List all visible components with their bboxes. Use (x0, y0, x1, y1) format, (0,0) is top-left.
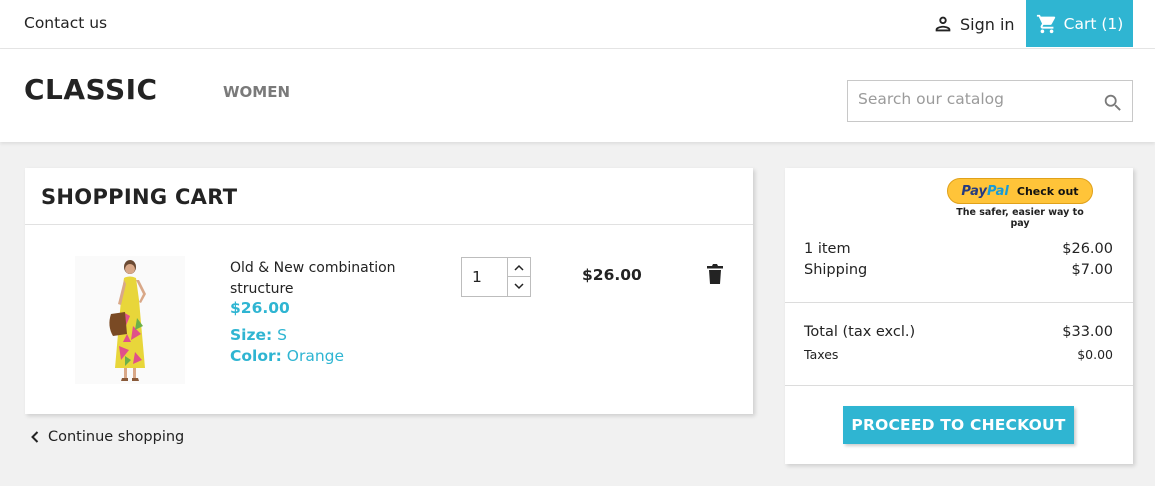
page-title: SHOPPING CART (41, 185, 238, 209)
summary-total-row: Total (tax excl.) $33.00 (804, 324, 1113, 340)
shop-logo[interactable]: CLASSIC (24, 73, 158, 106)
sign-in-label: Sign in (960, 14, 1015, 34)
continue-shopping-link[interactable]: Continue shopping (30, 429, 184, 445)
cart-button[interactable]: Cart (1) (1026, 0, 1133, 47)
paypal-button-body: PayPal Check out (947, 178, 1093, 204)
summary-items-row: 1 item $26.00 (804, 241, 1113, 257)
product-size: Size: S (230, 326, 287, 344)
total-value: $33.00 (1062, 324, 1113, 340)
divider (785, 302, 1133, 303)
trash-icon[interactable] (705, 263, 725, 285)
size-value: S (277, 326, 287, 344)
color-value: Orange (286, 347, 345, 365)
divider (25, 224, 753, 225)
quantity-input[interactable] (462, 258, 508, 296)
items-subtotal: $26.00 (1062, 241, 1113, 257)
header: CLASSIC WOMEN (0, 49, 1155, 142)
total-label: Total (tax excl.) (804, 324, 916, 340)
summary-shipping-row: Shipping $7.00 (804, 262, 1113, 278)
search-box (847, 80, 1133, 122)
quantity-stepper (461, 257, 531, 297)
contact-us-link[interactable]: Contact us (24, 14, 107, 32)
items-count-label: 1 item (804, 241, 851, 257)
size-label: Size: (230, 326, 273, 344)
search-icon[interactable] (1102, 92, 1124, 114)
line-total: $26.00 (582, 266, 642, 284)
shipping-label: Shipping (804, 262, 868, 278)
summary-taxes-row: Taxes $0.00 (804, 347, 1113, 362)
taxes-value: $0.00 (1077, 347, 1113, 362)
color-label: Color: (230, 347, 282, 365)
shipping-value: $7.00 (1071, 262, 1113, 278)
cart-panel: SHOPPING CART Old & New combination stru… (25, 168, 753, 414)
sign-in-link[interactable]: Sign in (932, 13, 1015, 35)
paypal-logo: PayPal (961, 183, 1009, 199)
cart-icon (1036, 14, 1055, 33)
continue-shopping-label: Continue shopping (48, 429, 185, 445)
paypal-checkout-label: Check out (1016, 184, 1079, 198)
chevron-down-icon (514, 283, 524, 290)
product-image[interactable] (75, 256, 185, 384)
quantity-increase-button[interactable] (507, 258, 530, 277)
menu-item-women[interactable]: WOMEN (223, 83, 290, 101)
paypal-checkout-button[interactable]: PayPal Check out The safer, easier way t… (947, 178, 1093, 229)
top-nav: Contact us Sign in Cart (1) (0, 0, 1155, 49)
proceed-to-checkout-button[interactable]: PROCEED TO CHECKOUT (843, 406, 1074, 444)
product-color: Color: Orange (230, 347, 344, 365)
paypal-tagline: The safer, easier way to pay (956, 207, 1084, 229)
product-name-link[interactable]: Old & New combination structure (230, 258, 430, 300)
taxes-label: Taxes (804, 347, 839, 362)
divider (785, 385, 1133, 386)
quantity-decrease-button[interactable] (507, 277, 530, 296)
chevron-up-icon (514, 264, 524, 271)
person-icon (935, 16, 951, 32)
cart-label: Cart (1) (1063, 14, 1124, 33)
chevron-left-icon (31, 431, 39, 443)
product-price: $26.00 (230, 299, 290, 317)
search-input[interactable] (858, 90, 1098, 108)
cart-summary: PayPal Check out The safer, easier way t… (785, 168, 1133, 464)
